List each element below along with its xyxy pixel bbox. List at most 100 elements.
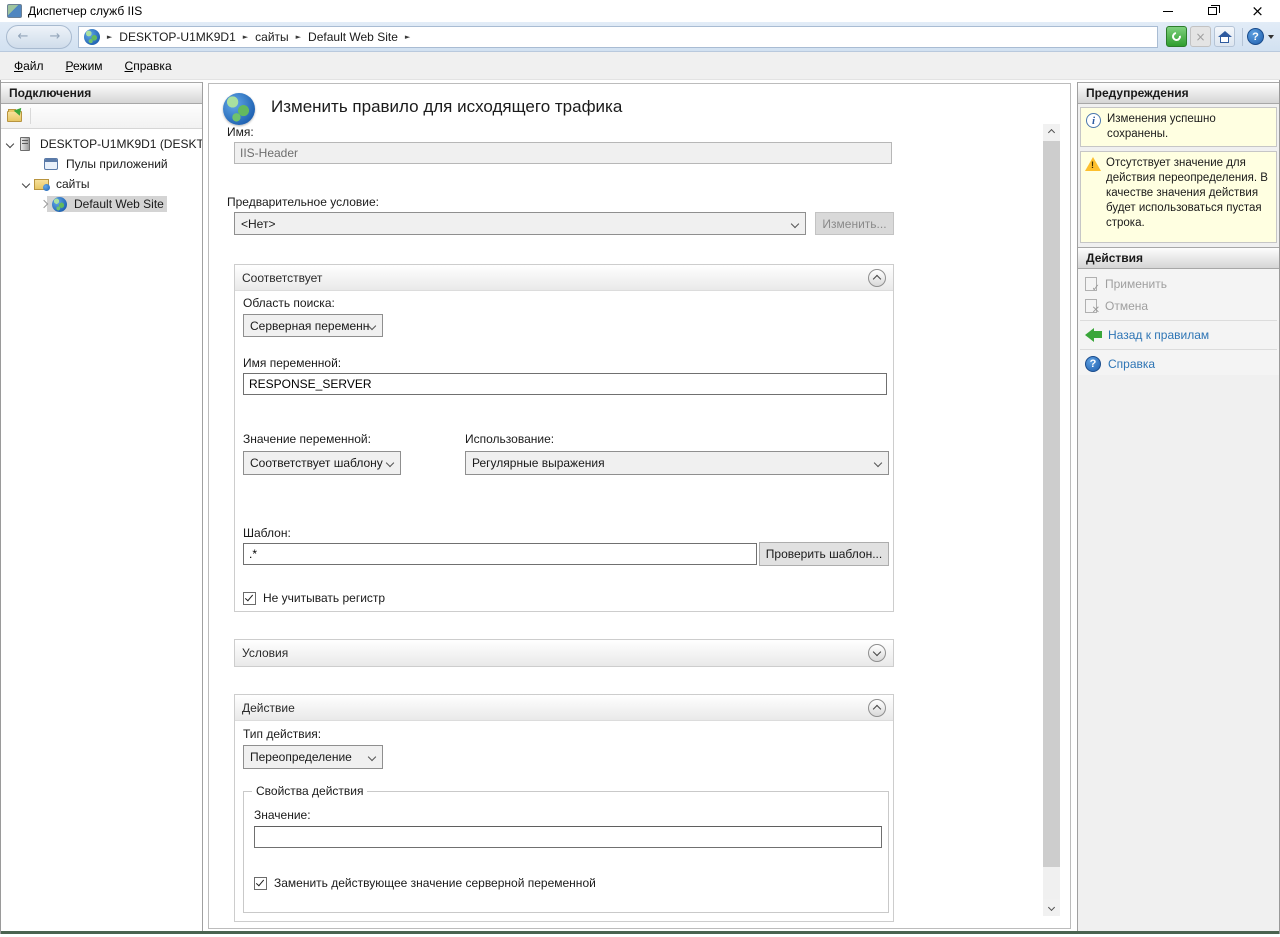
precondition-select[interactable]: <Нет> xyxy=(234,212,806,235)
home-button[interactable] xyxy=(1214,26,1235,47)
edit-precondition-button[interactable]: Изменить... xyxy=(815,212,894,235)
menu-help[interactable]: Справка xyxy=(125,59,172,73)
cancel-label: Отмена xyxy=(1105,299,1148,313)
restore-button[interactable] xyxy=(1190,0,1235,22)
scroll-up-button[interactable] xyxy=(1043,124,1060,141)
tree-item-sites[interactable]: сайты xyxy=(1,174,202,194)
precondition-value: <Нет> xyxy=(241,217,275,231)
iis-app-icon xyxy=(7,4,22,18)
breadcrumb-item-server[interactable]: DESKTOP-U1MK9D1 xyxy=(119,30,235,44)
name-label: Имя: xyxy=(227,125,254,139)
breadcrumb[interactable]: ► DESKTOP-U1MK9D1 ► сайты ► Default Web … xyxy=(78,26,1158,48)
page-title: Изменить правило для исходящего трафика xyxy=(271,97,622,117)
apply-icon: ✓ xyxy=(1085,277,1097,291)
menu-file[interactable]: Файл xyxy=(14,59,44,73)
back-to-rules-label: Назад к правилам xyxy=(1108,328,1209,342)
back-button[interactable]: ← xyxy=(18,29,29,44)
tree-item-label: DESKTOP-U1MK9D1 (DESKTOP xyxy=(37,136,202,152)
breadcrumb-separator-icon: ► xyxy=(296,33,301,41)
action-section-header: Действие xyxy=(235,695,893,721)
minimize-icon xyxy=(1163,11,1173,12)
scrollbar-track[interactable] xyxy=(1043,141,1060,899)
variable-value-value: Соответствует шаблону xyxy=(250,456,383,470)
save-connection-icon xyxy=(14,105,25,116)
scrollbar-thumb[interactable] xyxy=(1043,141,1060,867)
refresh-button[interactable] xyxy=(1166,26,1187,47)
breadcrumb-item-sites[interactable]: сайты xyxy=(255,30,289,44)
action-type-select[interactable]: Переопределение xyxy=(243,745,383,769)
globe-icon xyxy=(84,29,100,45)
menu-view[interactable]: Режим xyxy=(66,59,103,73)
tree-item-default-web-site[interactable]: Default Web Site xyxy=(1,194,202,214)
refresh-icon xyxy=(1170,30,1183,43)
action-value-input[interactable] xyxy=(254,826,882,848)
actions-separator xyxy=(1080,320,1277,321)
address-bar: ← → ► DESKTOP-U1MK9D1 ► сайты ► Default … xyxy=(0,22,1280,52)
tree-item-label: Default Web Site xyxy=(71,196,167,212)
cancel-action[interactable]: ✕ Отмена xyxy=(1078,295,1279,317)
action-type-label: Тип действия: xyxy=(243,727,321,741)
apply-action[interactable]: ✓ Применить xyxy=(1078,273,1279,295)
action-section: Действие Тип действия: Переопределение С… xyxy=(234,694,894,922)
chevron-down-icon xyxy=(873,648,881,656)
collapse-icon[interactable] xyxy=(6,140,14,148)
ignore-case-checkbox[interactable] xyxy=(243,592,256,605)
vertical-scrollbar[interactable] xyxy=(1043,124,1060,916)
action-type-value: Переопределение xyxy=(250,750,352,764)
chevron-down-icon xyxy=(874,459,882,467)
chevron-up-icon xyxy=(873,275,881,283)
ignore-case-row: Не учитывать регистр xyxy=(243,591,385,605)
using-select[interactable]: Регулярные выражения xyxy=(465,451,889,475)
back-arrow-icon xyxy=(1085,328,1102,342)
forward-button[interactable]: → xyxy=(49,29,60,44)
help-action[interactable]: ? Справка xyxy=(1078,353,1279,375)
warning-alert: ! Отсутствует значение для действия пере… xyxy=(1080,151,1277,243)
expand-section-button[interactable] xyxy=(868,644,886,662)
help-button[interactable]: ? xyxy=(1247,28,1264,45)
server-icon xyxy=(17,136,33,152)
alerts-list: i Изменения успешно сохранены. ! Отсутст… xyxy=(1078,104,1279,243)
replace-value-label: Заменить действующее значение серверной … xyxy=(274,876,596,890)
selected-tree-item: Default Web Site xyxy=(47,196,167,212)
ignore-case-label: Не учитывать регистр xyxy=(263,591,385,605)
save-connection-button[interactable] xyxy=(7,111,22,122)
close-button[interactable]: × xyxy=(1235,0,1280,22)
stop-button[interactable]: × xyxy=(1190,26,1211,47)
breadcrumb-item-default-web-site[interactable]: Default Web Site xyxy=(308,30,398,44)
help-dropdown-icon[interactable] xyxy=(1268,35,1274,39)
title-bar: Диспетчер служб IIS × xyxy=(0,0,1280,22)
tree-item-app-pools[interactable]: Пулы приложений xyxy=(1,154,202,174)
tree-item-server[interactable]: DESKTOP-U1MK9D1 (DESKTOP xyxy=(1,134,202,154)
pattern-input[interactable]: .* xyxy=(243,543,757,565)
collapse-icon[interactable] xyxy=(22,180,30,188)
replace-value-row: Заменить действующее значение серверной … xyxy=(254,876,596,890)
menu-bar: Файл Режим Справка xyxy=(0,52,1280,80)
scope-select[interactable]: Серверная переменн xyxy=(243,314,383,337)
conditions-section-title: Условия xyxy=(242,646,288,660)
using-value: Регулярные выражения xyxy=(472,456,605,470)
toolbar-separator xyxy=(30,108,31,124)
minimize-button[interactable] xyxy=(1145,0,1190,22)
connections-header: Подключения xyxy=(1,82,202,104)
breadcrumb-separator-icon: ► xyxy=(107,33,112,41)
scroll-down-button[interactable] xyxy=(1043,899,1060,916)
scope-value: Серверная переменн xyxy=(250,319,369,333)
back-to-rules-action[interactable]: Назад к правилам xyxy=(1078,324,1279,346)
address-bar-icons: × ? xyxy=(1166,26,1280,47)
checkmark-icon xyxy=(245,592,253,601)
iis-manager-window: { "colors": { "link_blue": "#2e75b5", "w… xyxy=(0,0,1280,937)
application-pools-icon xyxy=(43,156,59,172)
variable-name-input[interactable]: RESPONSE_SERVER xyxy=(243,373,887,395)
connections-toolbar xyxy=(1,104,202,129)
replace-value-checkbox[interactable] xyxy=(254,877,267,890)
test-pattern-button[interactable]: Проверить шаблон... xyxy=(759,542,889,566)
pattern-label: Шаблон: xyxy=(243,526,291,540)
variable-value-select[interactable]: Соответствует шаблону xyxy=(243,451,401,475)
feature-globe-icon xyxy=(223,93,255,125)
actions-separator xyxy=(1080,349,1277,350)
collapse-section-button[interactable] xyxy=(868,269,886,287)
collapse-section-button[interactable] xyxy=(868,699,886,717)
precondition-label: Предварительное условие: xyxy=(227,195,379,209)
connections-tree: DESKTOP-U1MK9D1 (DESKTOP Пулы приложений… xyxy=(1,129,202,214)
action-properties-group: Свойства действия Значение: Заменить дей… xyxy=(243,791,889,913)
